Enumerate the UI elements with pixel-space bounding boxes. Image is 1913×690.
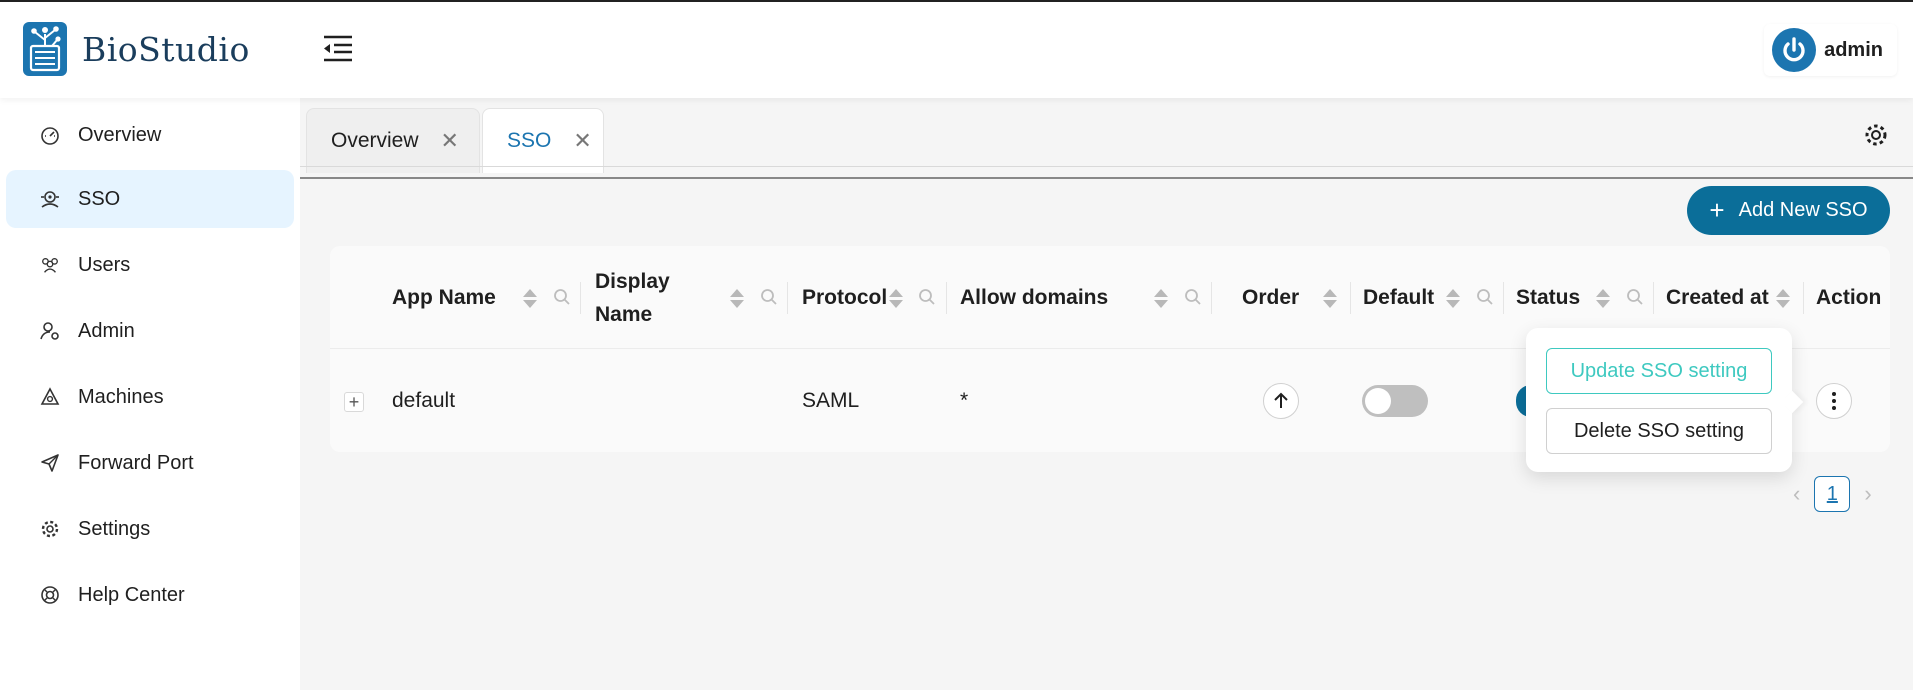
- sort-icon[interactable]: [1323, 289, 1337, 309]
- column-header-default[interactable]: Default: [1363, 246, 1434, 349]
- search-icon[interactable]: [1476, 288, 1494, 306]
- avatar: [1772, 28, 1817, 72]
- sidebar-item-label: Overview: [78, 123, 162, 146]
- arrow-up-icon: [1274, 392, 1288, 408]
- sidebar-item-machines[interactable]: Machines: [6, 368, 294, 426]
- cell-app-name: default: [392, 388, 456, 412]
- sort-icon[interactable]: [889, 289, 903, 309]
- column-divider: [1350, 282, 1351, 314]
- sidebar-item-help-center[interactable]: Help Center: [6, 566, 294, 624]
- plus-icon: +: [1709, 195, 1725, 225]
- next-page-icon[interactable]: ›: [1864, 481, 1871, 507]
- toggle-knob: [1365, 388, 1391, 414]
- move-up-button[interactable]: [1263, 383, 1299, 419]
- biostudio-logo-icon: [23, 22, 67, 76]
- delete-sso-setting-button[interactable]: Delete SSO setting: [1546, 408, 1772, 454]
- close-icon[interactable]: ✕: [573, 128, 591, 154]
- search-icon[interactable]: [1184, 288, 1202, 306]
- sidebar-item-overview[interactable]: Overview: [6, 106, 294, 164]
- cell-allow-domains: *: [960, 388, 969, 412]
- app-name: BioStudio: [82, 29, 250, 69]
- gear-icon: [1865, 124, 1887, 146]
- cell-protocol: SAML: [802, 388, 860, 412]
- tab-label: Overview: [331, 129, 419, 152]
- column-divider: [787, 282, 788, 314]
- sidebar-item-sso[interactable]: SSO: [6, 170, 294, 228]
- sidebar-item-label: Settings: [78, 517, 151, 540]
- menu-collapse-button[interactable]: [322, 34, 354, 62]
- sort-icon[interactable]: [523, 289, 537, 309]
- search-icon[interactable]: [760, 288, 778, 306]
- sidebar-item-label: Help Center: [78, 583, 185, 606]
- tab-content-border: [300, 177, 1913, 179]
- close-icon[interactable]: ✕: [441, 128, 459, 154]
- tab-overview[interactable]: Overview ✕: [306, 108, 480, 173]
- tab-sso[interactable]: SSO ✕: [482, 108, 604, 173]
- sidebar-item-label: Forward Port: [78, 451, 194, 474]
- search-icon[interactable]: [553, 288, 571, 306]
- sort-icon[interactable]: [1154, 289, 1168, 309]
- help-icon: [40, 585, 60, 605]
- page-number[interactable]: 1: [1814, 476, 1851, 512]
- column-header-order[interactable]: Order: [1242, 246, 1299, 349]
- sidebar: Overview SSO Users Admin Machines Forwar…: [0, 98, 300, 690]
- default-toggle[interactable]: [1362, 385, 1428, 417]
- update-sso-setting-button[interactable]: Update SSO setting: [1546, 348, 1772, 394]
- prev-page-icon[interactable]: ‹: [1793, 481, 1800, 507]
- column-header-protocol[interactable]: Protocol: [802, 246, 887, 349]
- send-icon: [40, 453, 60, 473]
- sidebar-item-label: SSO: [78, 187, 121, 210]
- sidebar-item-label: Admin: [78, 319, 135, 342]
- sort-icon[interactable]: [1446, 289, 1460, 309]
- sidebar-item-label: Users: [78, 253, 131, 276]
- app-logo[interactable]: BioStudio: [22, 20, 250, 78]
- users-icon: [40, 255, 60, 275]
- power-icon: [1783, 37, 1805, 62]
- machines-icon: [40, 387, 60, 407]
- column-divider: [1803, 282, 1804, 314]
- user-name: admin: [1824, 38, 1883, 61]
- sidebar-item-users[interactable]: Users: [6, 236, 294, 294]
- column-header-allow-domains[interactable]: Allow domains: [960, 246, 1108, 349]
- sort-icon[interactable]: [1596, 289, 1610, 309]
- admin-icon: [40, 321, 60, 341]
- column-header-action: Action: [1816, 286, 1882, 309]
- add-new-sso-button[interactable]: + Add New SSO: [1687, 186, 1890, 235]
- column-divider: [1503, 282, 1504, 314]
- column-divider: [580, 282, 581, 314]
- action-popover: Update SSO setting Delete SSO setting: [1526, 328, 1792, 472]
- pagination: ‹ 1 ›: [1793, 476, 1872, 512]
- tab-divider: [300, 166, 1913, 167]
- add-button-label: Add New SSO: [1738, 199, 1868, 221]
- column-divider: [1211, 282, 1212, 314]
- tab-label: SSO: [507, 129, 552, 152]
- dashboard-icon: [40, 125, 60, 145]
- sidebar-item-settings[interactable]: Settings: [6, 500, 294, 558]
- more-actions-button[interactable]: [1816, 383, 1852, 419]
- app-header: BioStudio admin: [0, 2, 1913, 98]
- expand-row-button[interactable]: +: [344, 392, 364, 412]
- sso-icon: [40, 189, 60, 209]
- sort-icon[interactable]: [1776, 289, 1790, 309]
- sidebar-item-label: Machines: [78, 385, 164, 408]
- gear-icon: [40, 519, 60, 539]
- tab-settings-button[interactable]: [1863, 122, 1889, 148]
- search-icon[interactable]: [918, 288, 936, 306]
- column-divider: [946, 282, 947, 314]
- column-divider: [1653, 282, 1654, 314]
- menu-fold-icon: [324, 35, 352, 62]
- column-header-app-name[interactable]: App Name: [392, 246, 496, 349]
- sort-icon[interactable]: [730, 289, 744, 309]
- user-menu[interactable]: admin: [1764, 24, 1897, 76]
- more-vertical-icon: [1832, 392, 1836, 410]
- search-icon[interactable]: [1626, 288, 1644, 306]
- column-header-display-name[interactable]: Display Name: [595, 246, 670, 349]
- sidebar-item-forward-port[interactable]: Forward Port: [6, 434, 294, 492]
- sidebar-item-admin[interactable]: Admin: [6, 302, 294, 360]
